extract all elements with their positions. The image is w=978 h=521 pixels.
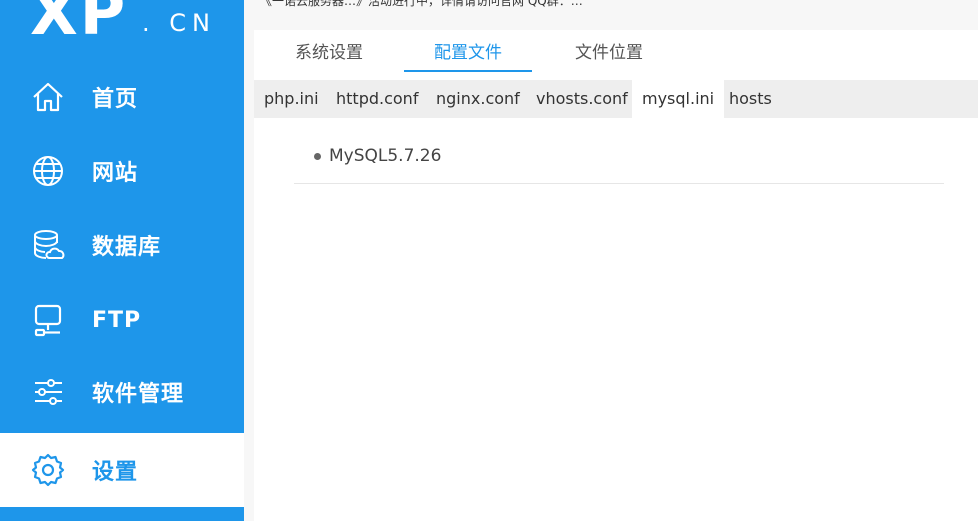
logo-suffix: . CN — [142, 9, 216, 37]
settings-tabs: 系统设置 配置文件 文件位置 — [254, 30, 978, 80]
top-notice-bar: 《一诺云服务器…》活动进行中，详情请访问官网 QQ群：… — [244, 0, 978, 18]
tab-vhosts-conf[interactable]: vhosts.conf — [526, 80, 638, 118]
sidebar-item-label: 网站 — [92, 161, 139, 186]
sidebar-item-label: 设置 — [92, 460, 139, 485]
tab-system-settings[interactable]: 系统设置 — [292, 40, 366, 70]
list-item-label: MySQL5.7.26 — [329, 146, 442, 166]
sidebar-item-website[interactable]: 网站 — [0, 134, 244, 208]
tab-label: 系统设置 — [295, 43, 363, 63]
home-icon — [30, 79, 66, 115]
tab-php-ini[interactable]: php.ini — [254, 80, 329, 118]
sidebar: XP 小皮 . CN 首页 网站 — [0, 0, 244, 521]
sidebar-item-ftp[interactable]: FTP — [0, 283, 244, 357]
tab-label: 文件位置 — [575, 43, 643, 63]
tab-label: 配置文件 — [434, 43, 502, 63]
sidebar-item-label: FTP — [92, 307, 142, 333]
tab-hosts[interactable]: hosts — [719, 80, 782, 118]
sliders-icon — [30, 374, 66, 410]
config-file-tabs: php.ini httpd.conf nginx.conf vhosts.con… — [254, 80, 978, 118]
logo: XP 小皮 . CN — [30, 0, 230, 48]
tab-config-files[interactable]: 配置文件 — [404, 40, 532, 72]
sidebar-item-label: 首页 — [92, 87, 139, 112]
logo-main: XP — [30, 0, 128, 49]
tab-label: httpd.conf — [336, 89, 419, 108]
sidebar-item-database[interactable]: 数据库 — [0, 208, 244, 282]
sidebar-bottom-strip — [0, 508, 244, 521]
tab-label: hosts — [729, 89, 772, 108]
tab-file-location[interactable]: 文件位置 — [572, 40, 646, 70]
bullet-icon — [314, 152, 321, 160]
database-icon — [30, 227, 66, 263]
tab-nginx-conf[interactable]: nginx.conf — [426, 80, 530, 118]
tab-mysql-ini[interactable]: mysql.ini — [632, 80, 725, 118]
sidebar-item-label: 数据库 — [92, 235, 162, 260]
top-notice-text: 《一诺云服务器…》活动进行中，详情请访问官网 QQ群：… — [260, 0, 583, 8]
server-icon — [30, 302, 66, 338]
settings-panel: 系统设置 配置文件 文件位置 php.ini httpd.conf nginx.… — [254, 30, 978, 521]
list-item[interactable]: MySQL5.7.26 — [314, 146, 441, 166]
tab-label: php.ini — [264, 89, 319, 108]
sidebar-item-settings[interactable]: 设置 — [0, 433, 244, 507]
tab-label: nginx.conf — [436, 89, 520, 108]
config-file-list: MySQL5.7.26 — [294, 134, 944, 184]
gear-icon — [30, 452, 66, 488]
sidebar-item-software[interactable]: 软件管理 — [0, 355, 244, 429]
sidebar-item-label: 软件管理 — [92, 382, 185, 407]
tab-label: mysql.ini — [642, 89, 715, 108]
tab-httpd-conf[interactable]: httpd.conf — [326, 80, 428, 118]
tab-label: vhosts.conf — [536, 89, 628, 108]
sidebar-item-home[interactable]: 首页 — [0, 60, 244, 134]
globe-icon — [30, 153, 66, 189]
